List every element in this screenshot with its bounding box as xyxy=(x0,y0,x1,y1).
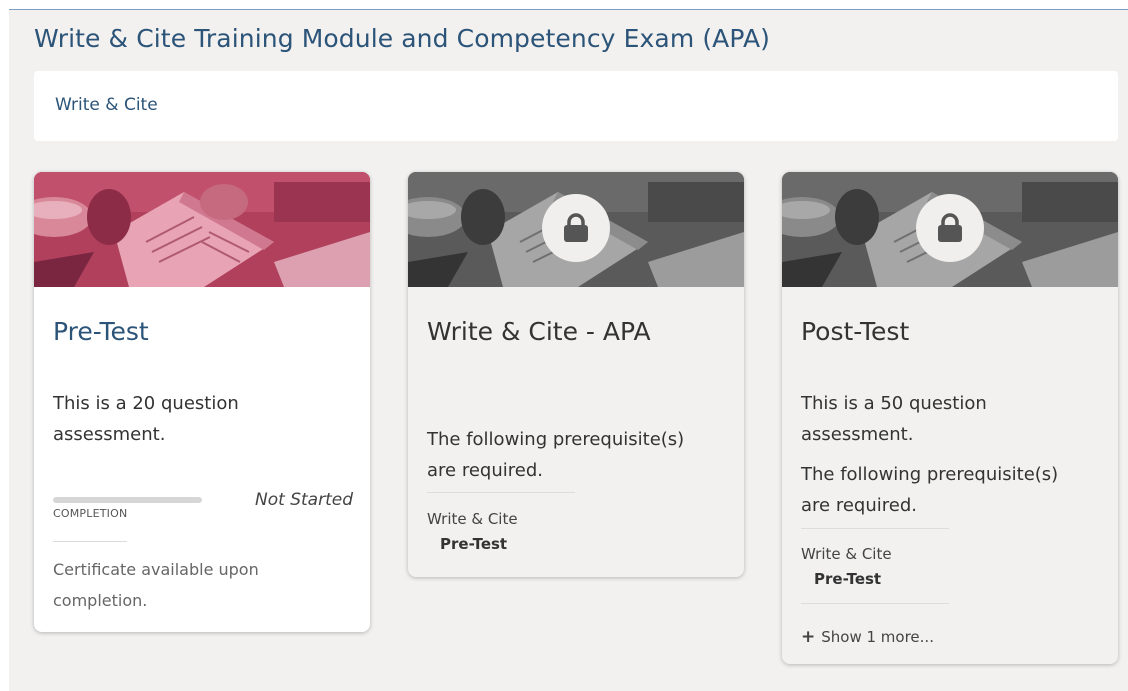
breadcrumb: Write & Cite xyxy=(34,71,1118,141)
status-text: Not Started xyxy=(255,490,353,510)
prerequisite-item[interactable]: Pre-Test xyxy=(427,532,518,557)
divider xyxy=(801,603,949,604)
card-title[interactable]: Post-Test xyxy=(801,314,1031,350)
card-banner-image xyxy=(782,172,1118,287)
card-pre-test[interactable]: Pre-Test This is a 20 question assessmen… xyxy=(34,172,370,632)
lock-badge xyxy=(916,194,984,262)
prerequisite-item[interactable]: Pre-Test xyxy=(801,567,892,592)
card-banner-image xyxy=(34,172,370,287)
divider xyxy=(53,541,127,542)
prerequisite-list: Write & Cite Pre-Test xyxy=(427,507,518,557)
lock-icon xyxy=(938,213,962,242)
divider xyxy=(427,492,575,493)
show-more-label: Show 1 more... xyxy=(821,628,934,646)
page-title: Write & Cite Training Module and Compete… xyxy=(34,24,771,53)
plus-icon: + xyxy=(801,627,816,647)
prerequisite-notice: The following prerequisite(s) are requir… xyxy=(427,429,685,481)
card-post-test[interactable]: Post-Test This is a 50 question assessme… xyxy=(782,172,1118,664)
card-write-cite-apa[interactable]: Write & Cite - APA The following prerequ… xyxy=(408,172,744,577)
card-title[interactable]: Pre-Test xyxy=(53,314,283,350)
card-banner-image xyxy=(408,172,744,287)
show-more-link[interactable]: + Show 1 more... xyxy=(801,627,934,647)
prerequisite-group: Write & Cite xyxy=(427,510,518,528)
breadcrumb-link-write-cite[interactable]: Write & Cite xyxy=(55,95,158,115)
completion-label: COMPLETION xyxy=(53,507,128,520)
prerequisite-group: Write & Cite xyxy=(801,545,892,563)
page-container: Write & Cite Training Module and Compete… xyxy=(9,9,1128,691)
card-title[interactable]: Write & Cite - APA xyxy=(427,314,657,350)
lock-icon xyxy=(564,213,588,242)
card-description: This is a 20 question assessment. xyxy=(53,393,239,445)
certificate-note: Certificate available upon completion. xyxy=(53,560,259,610)
divider xyxy=(801,528,949,529)
prerequisite-list: Write & Cite Pre-Test xyxy=(801,542,892,592)
completion-progress-bar xyxy=(53,497,202,503)
lock-badge xyxy=(542,194,610,262)
card-description: This is a 50 question assessment. xyxy=(801,393,987,445)
prerequisite-notice: The following prerequisite(s) are requir… xyxy=(801,464,1059,516)
